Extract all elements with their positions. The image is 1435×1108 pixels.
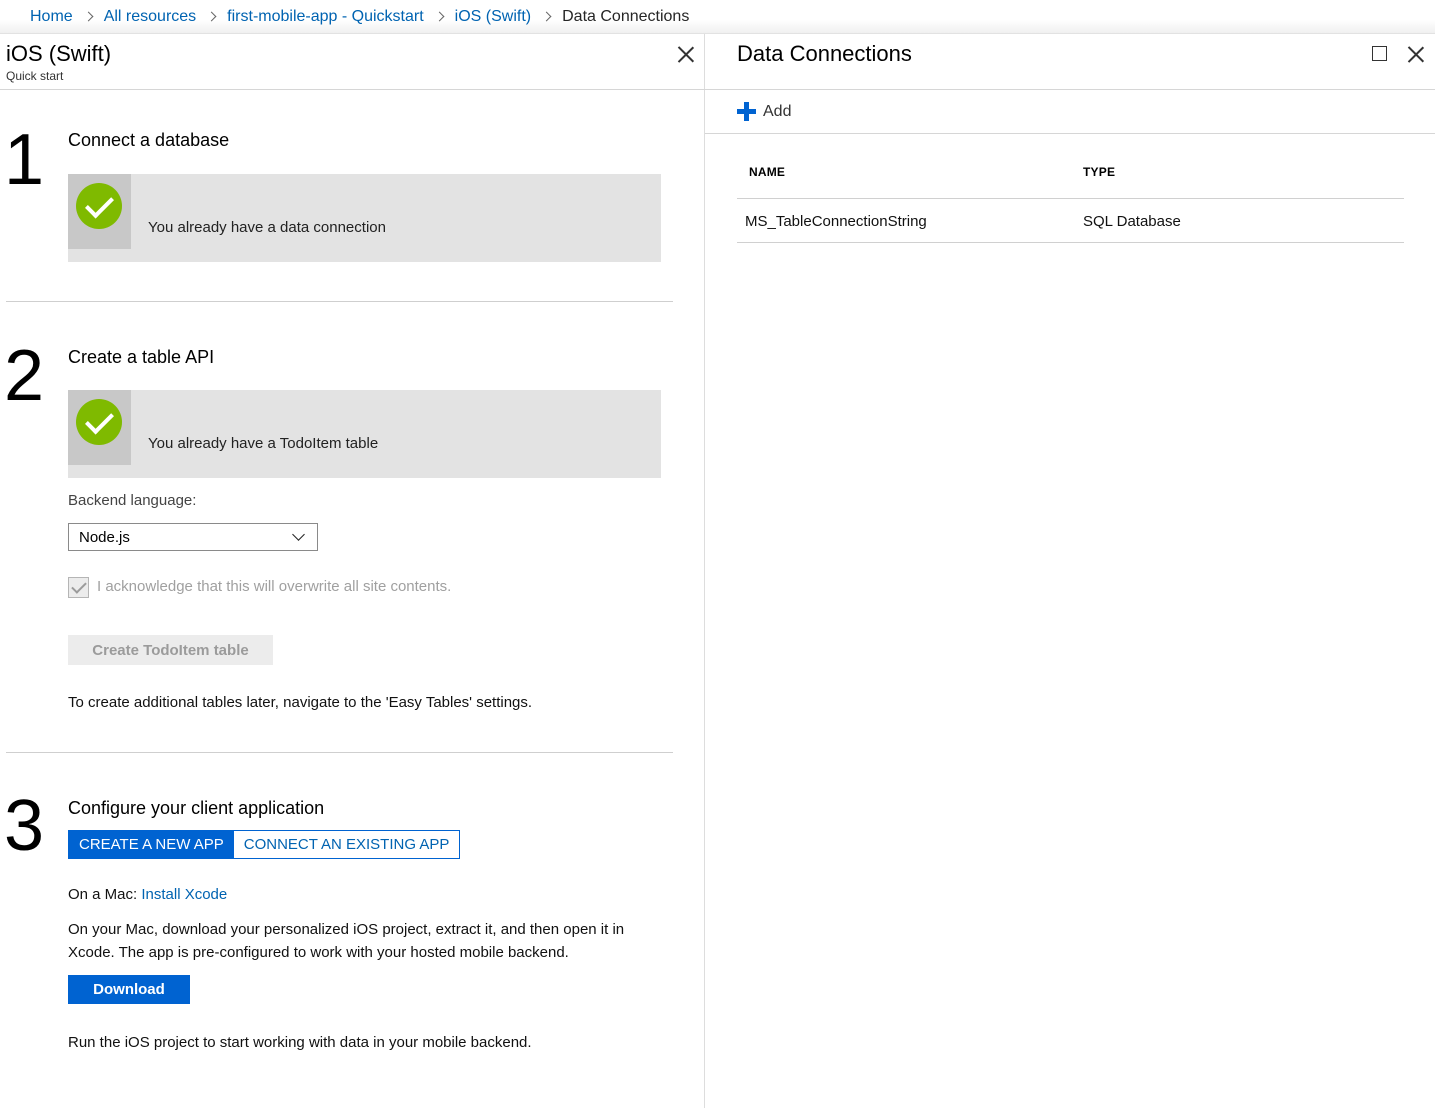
chevron-right-icon [83,11,94,22]
status-icon-column [68,390,131,465]
status-panel: You already have a TodoItem table [68,390,661,478]
easy-tables-note: To create additional tables later, navig… [68,694,533,711]
close-blade-icon[interactable] [677,45,695,63]
blade-subtitle: Quick start [6,69,64,83]
plus-icon [737,102,756,121]
checkmark-icon [76,183,122,229]
status-text: You already have a TodoItem table [148,435,379,452]
column-header-name[interactable]: NAME [749,165,785,179]
step-title: Configure your client application [68,798,325,818]
toolbar-divider [705,133,1435,134]
data-connections-blade: Data Connections Add NAME TYPE MS_TableC… [705,34,1435,1108]
create-todoitem-table-button[interactable]: Create TodoItem table [68,635,273,665]
close-blade-icon[interactable] [1407,45,1425,63]
tab-create-new-app[interactable]: CREATE A NEW APP [69,831,234,858]
install-xcode-link[interactable]: Install Xcode [141,886,227,903]
cell-connection-name: MS_TableConnectionString [745,213,927,230]
chevron-right-icon [541,11,552,22]
chevron-right-icon [434,11,445,22]
acknowledge-checkbox[interactable] [68,577,89,598]
breadcrumb-quickstart[interactable]: first-mobile-app - Quickstart [227,8,424,26]
breadcrumb-current: Data Connections [562,7,690,25]
step-number: 1 [4,120,45,200]
chevron-down-icon [292,528,305,541]
breadcrumb-all-resources[interactable]: All resources [104,8,196,26]
chevron-right-icon [206,11,217,22]
quickstart-blade: iOS (Swift) Quick start 1 Connect a data… [0,34,705,1108]
select-value: Node.js [79,529,130,546]
status-icon-column [68,174,131,249]
breadcrumb: Home All resources first-mobile-app - Qu… [0,0,1435,34]
checkmark-icon [76,399,122,445]
download-instructions: On your Mac, download your personalized … [68,921,625,961]
run-project-text: Run the iOS project to start working wit… [68,1034,532,1051]
section-divider [6,301,673,302]
breadcrumb-home[interactable]: Home [30,8,73,26]
acknowledge-label: I acknowledge that this will overwrite a… [97,578,452,595]
section-divider [6,752,673,753]
maximize-icon[interactable] [1372,46,1387,61]
add-connection-button[interactable]: Add [737,102,791,121]
mac-prefix-text: On a Mac: [68,886,142,903]
backend-language-select[interactable]: Node.js [68,523,318,551]
add-label: Add [763,102,792,120]
status-panel: You already have a data connection [68,174,661,262]
blade-title: Data Connections [737,41,912,66]
step-number: 2 [4,336,45,416]
cell-connection-type: SQL Database [1083,213,1181,230]
status-text: You already have a data connection [148,219,386,236]
step-number: 3 [4,786,45,866]
download-button[interactable]: Download [68,975,190,1004]
blade-title: iOS (Swift) [6,41,112,66]
table-row-divider [737,242,1404,243]
table-header-divider [737,198,1404,199]
header-divider [0,89,705,90]
app-mode-tabs: CREATE A NEW APP CONNECT AN EXISTING APP [68,830,461,859]
tab-connect-existing-app[interactable]: CONNECT AN EXISTING APP [233,831,460,858]
mac-install-line: On a Mac: Install Xcode [68,883,227,906]
breadcrumb-ios-swift[interactable]: iOS (Swift) [455,8,531,26]
backend-language-label: Backend language: [68,492,197,509]
step-title: Connect a database [68,130,230,150]
header-divider [705,89,1435,90]
column-header-type[interactable]: TYPE [1083,165,1115,179]
step-title: Create a table API [68,347,215,367]
